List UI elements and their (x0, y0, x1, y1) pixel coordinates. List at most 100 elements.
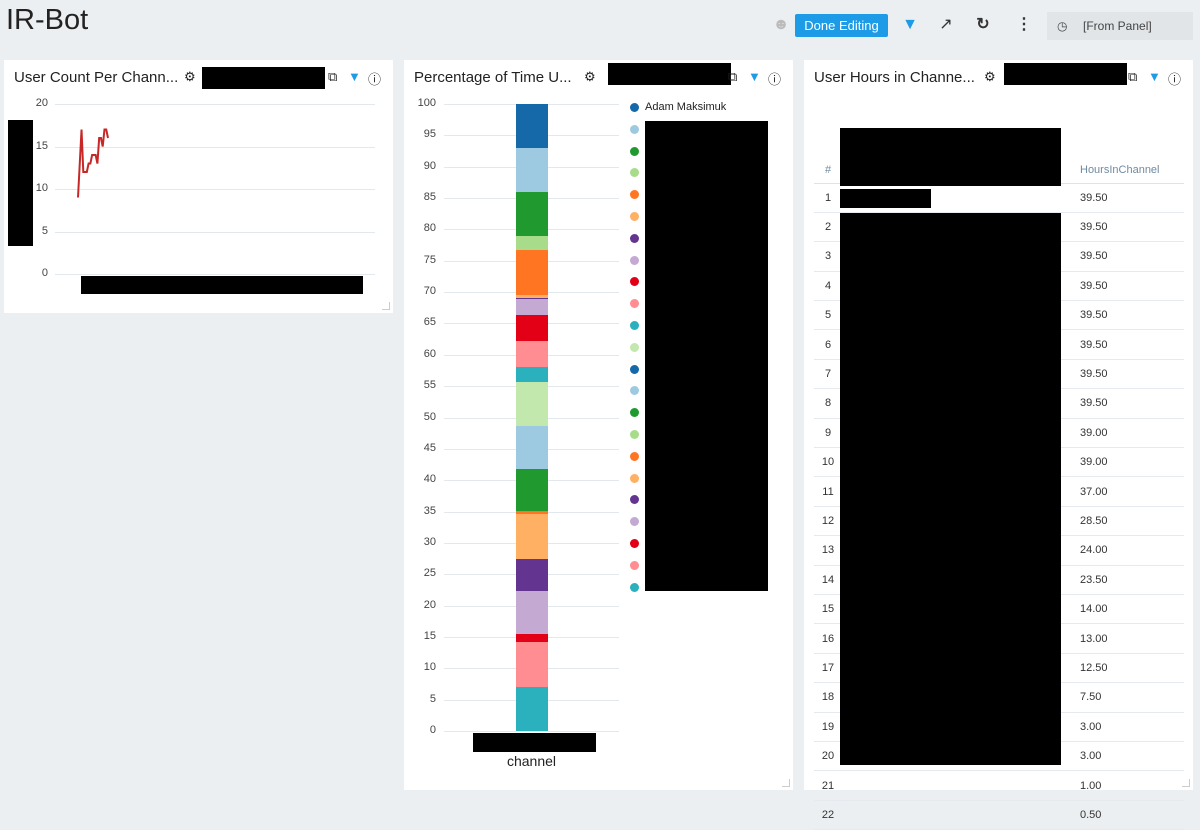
y-tick-label: 10 (423, 661, 436, 674)
legend-swatch (630, 495, 639, 505)
filter-icon[interactable]: ▼ (748, 69, 761, 84)
copy-icon[interactable]: ⧉ (1128, 69, 1137, 85)
row-number: 20 (814, 741, 842, 772)
redaction (840, 189, 931, 208)
table-row[interactable]: 22 0.50 (814, 800, 1184, 830)
hours-cell: 39.00 (1080, 418, 1184, 449)
hours-cell: 39.50 (1080, 183, 1184, 213)
legend-swatch (630, 212, 639, 221)
legend-swatch (630, 582, 639, 592)
redaction (840, 128, 1061, 186)
username-cell (936, 770, 1080, 801)
clock-icon: ◷ (1057, 19, 1068, 33)
done-editing-button[interactable]: Done Editing (795, 14, 888, 37)
redaction (1004, 63, 1127, 85)
legend-swatch (630, 539, 639, 548)
hours-cell: 24.00 (1080, 535, 1184, 566)
legend-swatch (630, 386, 639, 396)
legend-swatch (630, 430, 639, 439)
legend-swatch (630, 408, 639, 418)
row-number: 3 (814, 241, 842, 272)
hours-cell: 3.00 (1080, 741, 1184, 772)
filter-icon[interactable]: ▼ (899, 14, 921, 36)
time-range-label: [From Panel] (1083, 19, 1152, 33)
y-tick-label: 100 (417, 97, 436, 109)
y-tick-label: 55 (423, 379, 436, 392)
bar-segment (516, 591, 548, 634)
legend-swatch (630, 146, 639, 156)
hours-cell: 23.50 (1080, 565, 1184, 595)
hours-cell: 7.50 (1080, 682, 1184, 713)
legend-swatch (630, 277, 639, 287)
bar-segment (516, 191, 548, 236)
row-number: 1 (814, 183, 842, 213)
legend-swatch (630, 473, 639, 483)
table-row[interactable]: 21 1.00 (814, 770, 1184, 801)
bar-segment (516, 514, 548, 559)
channel-cell (842, 770, 936, 801)
hours-cell: 1.00 (1080, 770, 1184, 801)
resize-handle[interactable] (782, 779, 790, 787)
resize-handle[interactable] (1182, 779, 1190, 787)
y-tick-label: 0 (429, 724, 436, 736)
y-tick-label: 95 (423, 128, 436, 141)
row-number: 7 (814, 359, 842, 390)
info-icon[interactable]: ⓘ (768, 69, 781, 88)
bar-segment (516, 641, 548, 688)
bar-segment (516, 295, 548, 298)
row-number: 10 (814, 447, 842, 478)
data-line (77, 128, 109, 198)
y-tick-label: 70 (423, 285, 436, 298)
legend-swatch (630, 124, 639, 134)
bar-segment (516, 104, 548, 148)
bar-segment (516, 235, 548, 251)
bar-segment (516, 633, 548, 642)
time-range-selector[interactable]: ◷ [From Panel] (1047, 12, 1193, 40)
gear-icon[interactable]: ⚙ (584, 69, 596, 85)
row-number: 22 (814, 800, 842, 830)
y-tick-label: 40 (423, 473, 436, 486)
y-tick-label: 90 (423, 159, 436, 172)
copy-icon[interactable]: ⧉ (728, 69, 737, 85)
hours-cell: 14.00 (1080, 594, 1184, 625)
legend-label: Adam Maksimuk (645, 101, 727, 113)
hours-cell: 39.00 (1080, 447, 1184, 478)
legend-swatch (630, 255, 639, 265)
hours-cell: 3.00 (1080, 712, 1184, 742)
gear-icon[interactable]: ⚙ (984, 69, 996, 85)
panel-percentage-time: Percentage of Time U... ⚙ ⧉ ▼ ⓘ channel … (404, 60, 793, 790)
filter-icon[interactable]: ▼ (1148, 69, 1161, 84)
row-number: 11 (814, 476, 842, 507)
bar-segment (516, 297, 548, 299)
panel-user-count: User Count Per Chann... ⚙ ⧉ ▼ ⓘ 0 5 10 15 20 (4, 60, 393, 313)
y-tick-label: 15 (423, 629, 436, 642)
bar-segment (516, 558, 548, 592)
username-cell (936, 800, 1080, 830)
hours-cell: 12.50 (1080, 653, 1184, 684)
bar-segment (516, 298, 548, 315)
legend-swatch (630, 560, 639, 570)
column-header-hours[interactable]: HoursInChannel (1080, 157, 1184, 184)
y-tick-label: 45 (423, 441, 436, 454)
redaction (473, 733, 596, 752)
column-header-number[interactable]: # (814, 157, 842, 184)
more-icon[interactable]: ⋮ (1013, 14, 1035, 36)
panel-title: Percentage of Time U... (414, 69, 572, 86)
row-number: 18 (814, 682, 842, 713)
hours-cell: 28.50 (1080, 506, 1184, 537)
y-tick-label: 75 (423, 253, 436, 266)
legend-swatch (630, 364, 639, 374)
info-icon[interactable]: ⓘ (1168, 69, 1181, 88)
hours-cell: 39.50 (1080, 300, 1184, 331)
user-icon[interactable]: ☻ (770, 14, 792, 36)
redaction (840, 213, 1061, 765)
row-number: 21 (814, 770, 842, 801)
legend-swatch (630, 233, 639, 243)
y-tick-label: 60 (423, 347, 436, 360)
refresh-icon[interactable]: ↻ (972, 14, 994, 36)
y-tick-label: 25 (423, 567, 436, 580)
hours-cell: 39.50 (1080, 329, 1184, 360)
row-number: 6 (814, 329, 842, 360)
x-axis-label: channel (506, 753, 557, 769)
share-icon[interactable]: ↗ (935, 14, 957, 36)
